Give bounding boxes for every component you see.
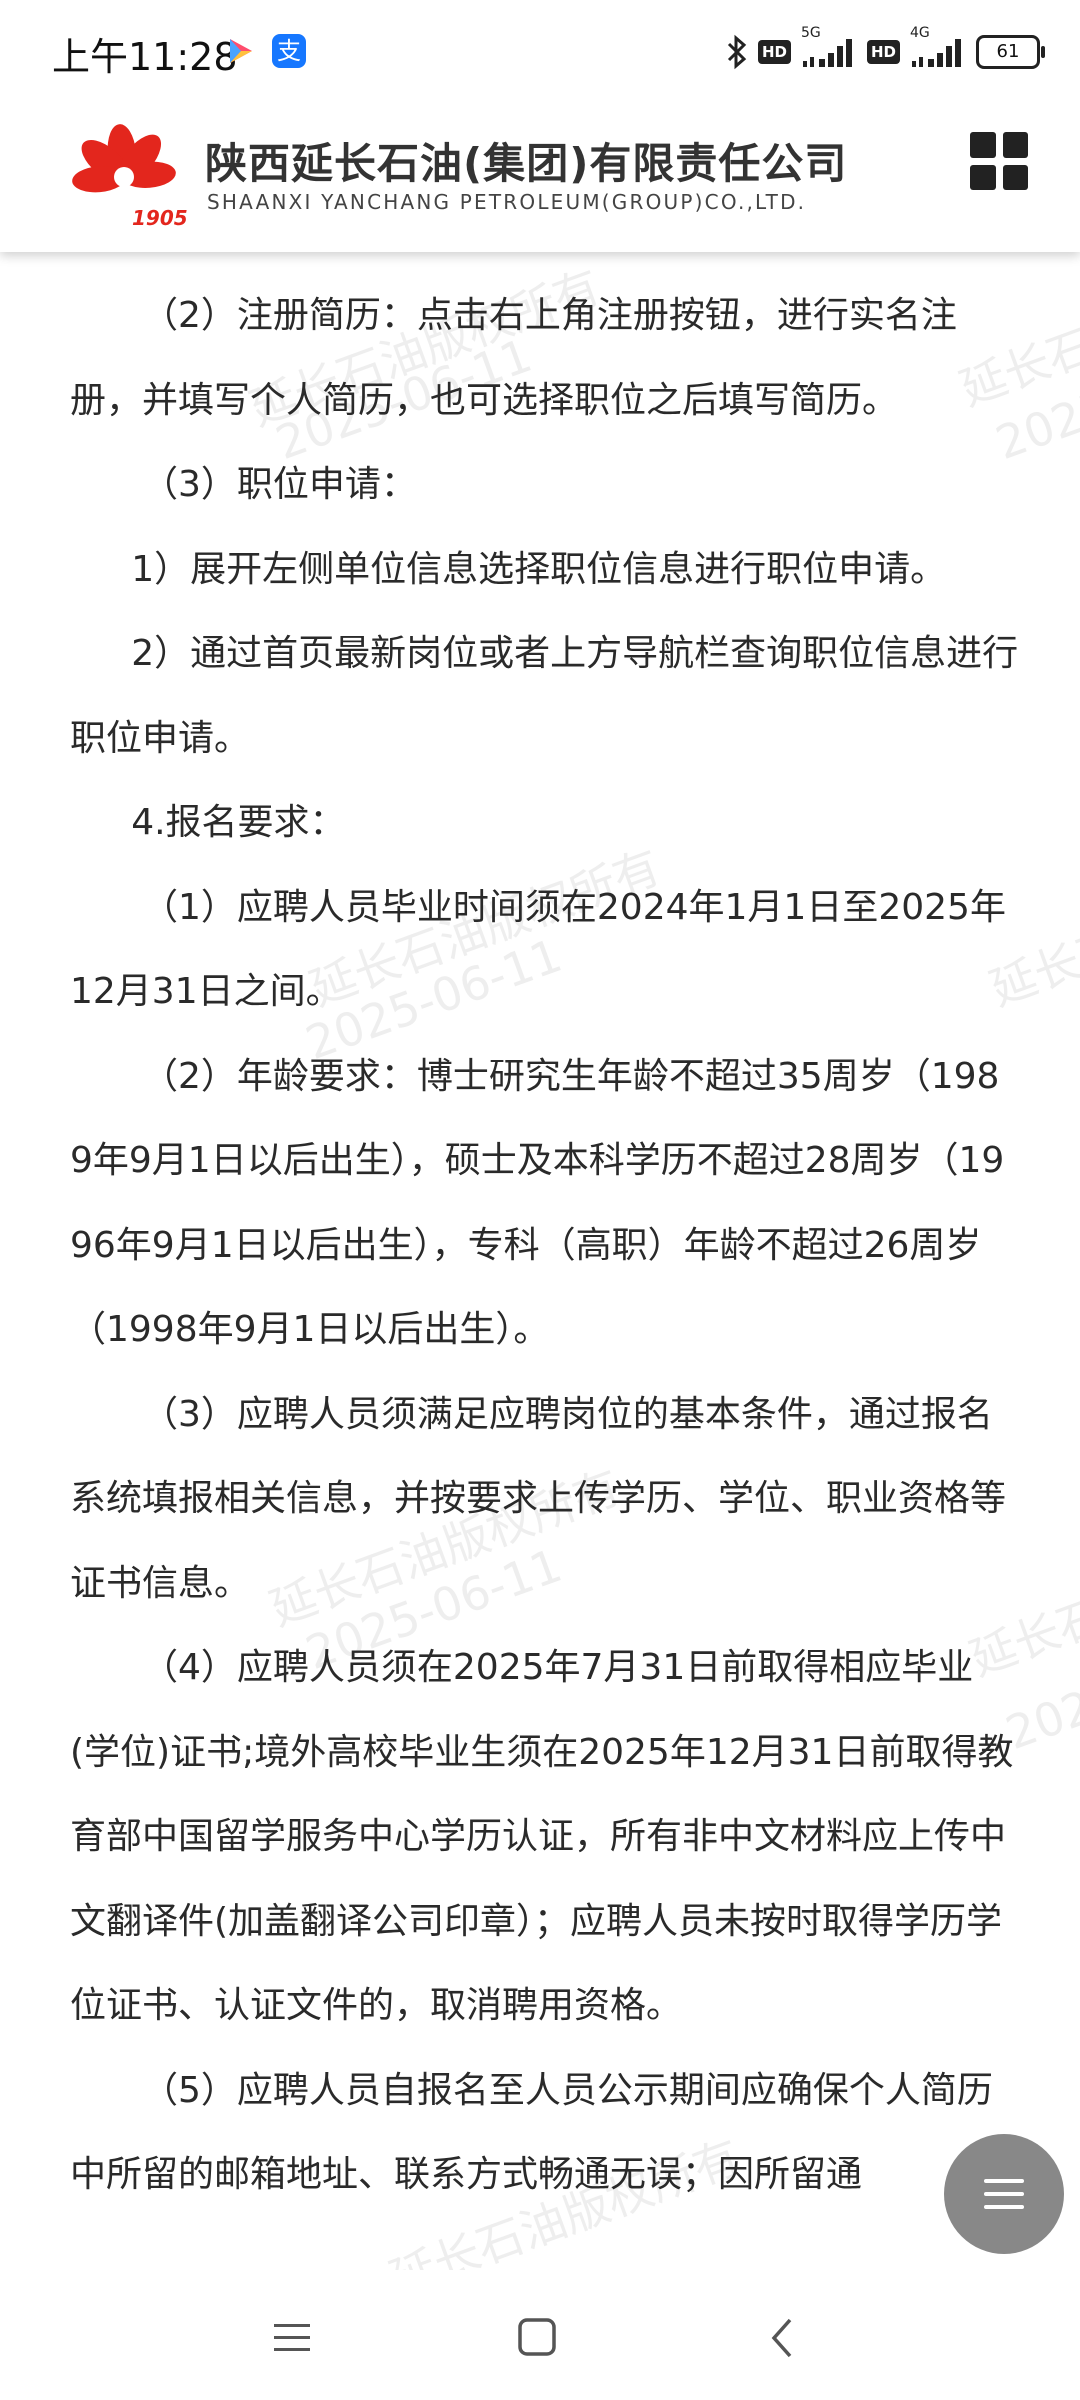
- menu-line: [984, 2205, 1024, 2209]
- alipay-icon: 支: [272, 34, 306, 68]
- status-right-icons: HD 5G HD 4G 61: [726, 25, 1045, 74]
- signal-icon-2: 4G: [910, 25, 966, 69]
- recent-apps-icon[interactable]: [262, 2310, 322, 2366]
- paragraph: （3）应聘人员须满足应聘岗位的基本条件，通过报名系统填报相关信息，并按要求上传学…: [70, 1393, 1007, 1604]
- grid-menu-icon[interactable]: [970, 132, 1028, 190]
- company-logo[interactable]: 1905: [54, 122, 194, 232]
- paragraph: （2）注册简历：点击右上角注册按钮，进行实名注册，并填写个人简历，也可选择职位之…: [70, 295, 957, 421]
- paragraph: 2）通过首页最新岗位或者上方导航栏查询职位信息进行职位申请。: [70, 633, 1019, 759]
- battery-icon: 61: [976, 35, 1045, 69]
- article-body: （2）注册简历：点击右上角注册按钮，进行实名注册，并填写个人简历，也可选择职位之…: [70, 274, 1020, 2218]
- network-type-label: 5G: [800, 25, 821, 41]
- floating-menu-button[interactable]: [944, 2134, 1064, 2254]
- network-type-label-2: 4G: [910, 25, 930, 41]
- logo-year: 1905: [132, 206, 188, 230]
- article-content: 延长石油版权所有 2025-06-11 延长石油版权所有 2025-06-11 …: [0, 252, 1080, 2270]
- paragraph: （4）应聘人员须在2025年7月31日前取得相应毕业(学位)证书;境外高校毕业生…: [70, 1647, 1014, 2026]
- paragraph: （5）应聘人员自报名至人员公示期间应确保个人简历中所留的邮箱地址、联系方式畅通无…: [70, 2069, 993, 2196]
- menu-line: [984, 2192, 1024, 2196]
- paragraph: （2）年龄要求：博士研究生年龄不超过35周岁（1989年9月1日以后出生），硕士…: [70, 1055, 1005, 1351]
- paragraph: （1）应聘人员毕业时间须在2024年1月1日至2025年12月31日之间。: [70, 886, 1006, 1013]
- status-bar: 上午11:28 支 HD 5G HD 4G 61: [0, 0, 1080, 100]
- video-app-icon: [222, 34, 256, 68]
- site-header: 1905 陕西延长石油(集团)有限责任公司 SHAANXI YANCHANG P…: [0, 100, 1080, 252]
- hd-badge: HD: [757, 40, 791, 64]
- paragraph: 1）展开左侧单位信息选择职位信息进行职位申请。: [131, 548, 947, 590]
- back-icon[interactable]: [752, 2310, 812, 2366]
- signal-icon: 5G: [801, 25, 857, 69]
- hd-badge-2: HD: [866, 40, 900, 64]
- paragraph: （3）职位申请：: [142, 464, 417, 505]
- company-name: 陕西延长石油(集团)有限责任公司: [205, 139, 848, 188]
- status-time: 上午11:28: [52, 35, 238, 79]
- section-heading: 4.报名要求：: [131, 802, 346, 843]
- menu-line: [984, 2179, 1024, 2183]
- system-nav-bar: [0, 2270, 1080, 2400]
- company-name-en: SHAANXI YANCHANG PETROLEUM(GROUP)CO.,LTD…: [207, 190, 807, 214]
- home-icon[interactable]: [506, 2310, 566, 2366]
- bluetooth-icon: [727, 34, 747, 70]
